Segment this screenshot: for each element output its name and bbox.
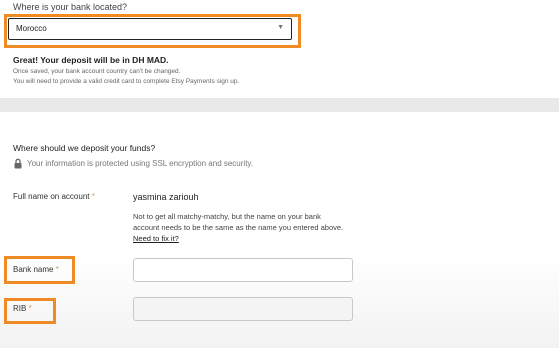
rib-label-text: RIB [13, 304, 27, 313]
full-name-label: Full name on account * [13, 192, 95, 201]
name-match-hint-line2: account needs to be the same as the name… [133, 223, 344, 232]
bank-name-label-text: Bank name [13, 265, 54, 274]
bank-country-select[interactable]: Morocco ▼ [8, 18, 292, 40]
full-name-value: yasmina zariouh [133, 192, 199, 202]
required-mark: * [91, 192, 95, 201]
deposit-section-title: Where should we deposit your funds? [13, 143, 156, 153]
rib-input[interactable] [133, 297, 353, 321]
rib-label: RIB * [13, 304, 32, 313]
bank-name-input[interactable] [133, 258, 353, 282]
chevron-down-icon: ▼ [277, 24, 284, 31]
required-mark: * [28, 304, 32, 313]
name-match-hint-line1: Not to get all matchy-matchy, but the na… [133, 212, 321, 221]
required-mark: * [55, 265, 59, 274]
need-to-fix-link[interactable]: Need to fix it? [133, 234, 179, 243]
bank-country-label: Where is your bank located? [13, 2, 128, 12]
bank-country-value: Morocco [16, 24, 47, 33]
full-name-label-text: Full name on account [13, 192, 90, 201]
bank-name-label: Bank name * [13, 265, 59, 274]
ssl-security-note: Your information is protected using SSL … [13, 158, 253, 169]
lock-icon [13, 158, 23, 169]
deposit-currency-notice: Great! Your deposit will be in DH MAD. [13, 55, 169, 65]
ssl-note-text: Your information is protected using SSL … [27, 159, 254, 168]
credit-card-note: You will need to provide a valid credit … [13, 78, 240, 85]
country-lock-note: Once saved, your bank account country ca… [13, 68, 181, 75]
